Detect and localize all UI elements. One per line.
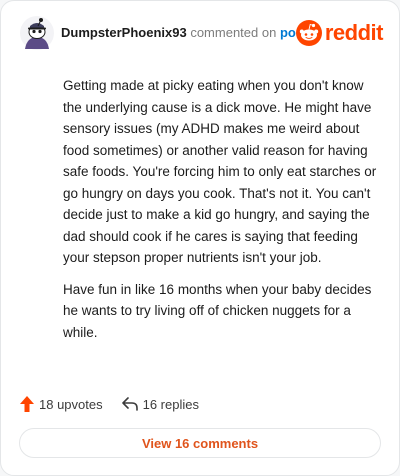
upvote-stat[interactable]: 18 upvotes (19, 395, 103, 413)
avatar[interactable] (19, 15, 55, 51)
username[interactable]: DumpsterPhoenix93 (61, 25, 187, 40)
reddit-logo-icon (295, 20, 322, 46)
reddit-brand[interactable]: reddit (295, 19, 384, 47)
comment-paragraph: Have fun in like 16 months when your bab… (63, 281, 372, 340)
brand-wordmark: reddit (324, 20, 384, 45)
reply-arrow-icon (121, 397, 138, 411)
comment-body: Getting made at picky eating when you do… (63, 75, 381, 353)
comment-card: DumpsterPhoenix93 commented on post redd… (0, 0, 400, 476)
upvote-arrow-icon (20, 396, 34, 412)
comment-header: DumpsterPhoenix93 commented on post redd… (19, 13, 384, 53)
view-comments-button[interactable]: View 16 comments (19, 428, 381, 458)
snoo-avatar-icon (20, 16, 54, 50)
reply-stat[interactable]: 16 replies (121, 396, 199, 412)
action-text: commented on (190, 25, 277, 40)
reply-count: 16 replies (142, 396, 199, 412)
comment-meta: DumpsterPhoenix93 commented on post (61, 25, 307, 41)
comment-paragraph: Getting made at picky eating when you do… (63, 78, 377, 265)
upvote-count: 18 upvotes (39, 396, 103, 412)
comment-stats: 18 upvotes 16 replies (19, 393, 199, 415)
